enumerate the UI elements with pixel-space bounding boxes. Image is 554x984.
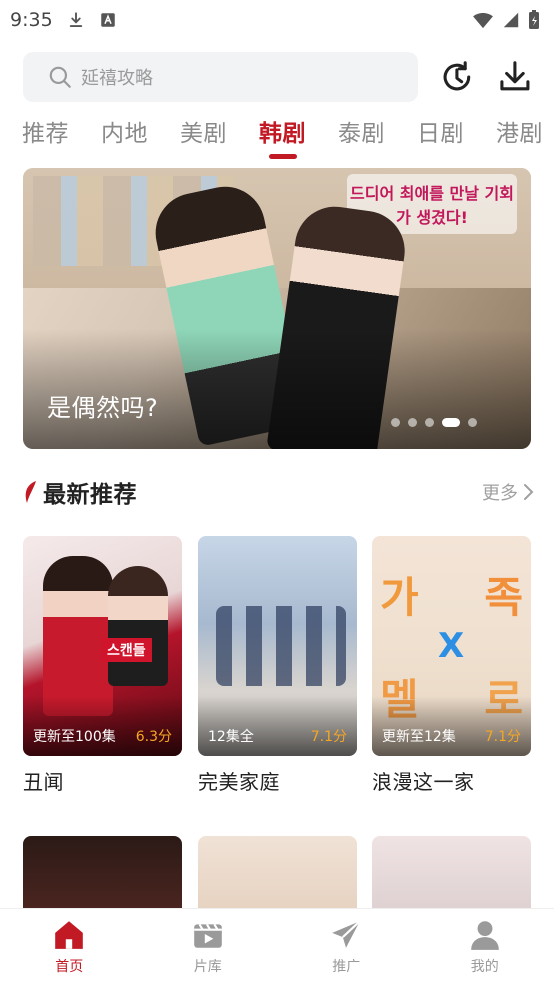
- section-title: 最新推荐: [43, 482, 137, 508]
- poster-figures: [216, 606, 346, 686]
- tab-thai[interactable]: 泰剧: [338, 114, 385, 148]
- pagination-dot[interactable]: [468, 418, 477, 427]
- tab-japanese[interactable]: 日剧: [417, 114, 464, 148]
- poster-figure: [43, 556, 113, 716]
- drama-poster[interactable]: 12集全 7.1分: [198, 536, 357, 756]
- nav-home[interactable]: 首页: [19, 918, 119, 976]
- tab-us[interactable]: 美剧: [180, 114, 227, 148]
- app-status-icon: [100, 13, 115, 27]
- episode-status: 更新至100集: [33, 729, 116, 745]
- pagination-dot[interactable]: [391, 418, 400, 427]
- poster-figure: [108, 566, 168, 686]
- episode-status: 更新至12集: [382, 729, 456, 745]
- hero-banner[interactable]: 드디어 최애를 만날 기회가 생겼다! 是偶然吗?: [23, 168, 531, 449]
- score-badge: 6.3分: [135, 729, 172, 745]
- drama-poster[interactable]: [23, 836, 182, 910]
- download-status-icon: [69, 12, 82, 27]
- pagination-dot[interactable]: [408, 418, 417, 427]
- battery-icon: [529, 10, 539, 29]
- bottom-nav: 首页 片库 推广 我的: [0, 908, 554, 984]
- status-right: [472, 10, 540, 30]
- film-icon: [193, 923, 222, 948]
- category-tabs: 推荐 内地 美剧 韩剧 泰剧 日剧 港剧: [22, 114, 554, 160]
- leaf-icon: [25, 481, 36, 503]
- episode-status: 12集全: [208, 729, 254, 745]
- section-title-group: 最新推荐: [23, 475, 137, 509]
- chevron-right-icon: [524, 484, 534, 500]
- status-time: 9:35: [10, 9, 53, 31]
- nav-profile[interactable]: 我的: [435, 918, 535, 976]
- recommend-grid: 스캔들 更新至100集 6.3分 丑闻 12集全 7.1分 完美家庭 가 족 X…: [23, 536, 534, 796]
- nav-label: 片库: [193, 958, 222, 975]
- drama-card[interactable]: 12集全 7.1分 完美家庭: [198, 536, 357, 795]
- nav-label: 推广: [332, 958, 361, 975]
- recommend-grid-next-row: [23, 836, 534, 910]
- drama-card[interactable]: 스캔들 更新至100集 6.3分 丑闻: [23, 536, 182, 795]
- banner-title: 是偶然吗?: [47, 394, 159, 422]
- banner-pagination: [391, 418, 477, 427]
- poster-tag: 스캔들: [101, 638, 152, 662]
- search-input[interactable]: 延禧攻略: [23, 52, 419, 102]
- search-placeholder: 延禧攻略: [81, 68, 153, 89]
- pagination-dot-active[interactable]: [442, 418, 460, 427]
- drama-poster[interactable]: 스캔들 更新至100集 6.3分: [23, 536, 182, 756]
- nav-promote[interactable]: 推广: [296, 918, 396, 976]
- wifi-icon: [473, 13, 493, 29]
- tab-mainland[interactable]: 内地: [101, 114, 148, 148]
- tab-korean[interactable]: 韩剧: [259, 114, 306, 159]
- history-icon[interactable]: [438, 58, 476, 96]
- more-label: 更多: [482, 483, 518, 504]
- status-bar: 9:35: [0, 0, 554, 40]
- score-badge: 7.1分: [484, 729, 521, 745]
- drama-title: 丑闻: [23, 770, 64, 794]
- drama-poster[interactable]: [372, 836, 531, 910]
- latest-recommend-header: 最新推荐 更多: [23, 474, 534, 510]
- search-row: 延禧攻略: [23, 52, 534, 102]
- score-badge: 7.1分: [310, 729, 347, 745]
- pagination-dot[interactable]: [425, 418, 434, 427]
- signal-icon: [503, 12, 519, 28]
- home-icon: [55, 920, 84, 949]
- paper-plane-icon: [332, 919, 361, 948]
- user-icon: [470, 920, 499, 950]
- tab-hongkong[interactable]: 港剧: [496, 114, 543, 148]
- tab-recommend[interactable]: 推荐: [22, 114, 69, 148]
- drama-title: 浪漫这一家: [372, 770, 475, 794]
- search-icon: [49, 66, 71, 88]
- download-icon[interactable]: [496, 58, 534, 96]
- nav-label: 我的: [470, 958, 499, 975]
- drama-title: 完美家庭: [198, 770, 280, 794]
- poster-glyph: X: [438, 626, 465, 666]
- nav-library[interactable]: 片库: [158, 918, 258, 976]
- poster-glyph: 가: [380, 573, 419, 622]
- drama-poster[interactable]: [198, 836, 357, 910]
- more-link[interactable]: 更多: [482, 479, 534, 505]
- drama-poster[interactable]: 가 족 X 멜 로 更新至12集 7.1分: [372, 536, 531, 756]
- nav-label: 首页: [55, 958, 84, 975]
- status-left: 9:35: [10, 9, 117, 31]
- active-tab-underline: [268, 154, 297, 159]
- poster-glyph: 족: [484, 573, 523, 622]
- drama-card[interactable]: 가 족 X 멜 로 更新至12集 7.1分 浪漫这一家: [372, 536, 531, 795]
